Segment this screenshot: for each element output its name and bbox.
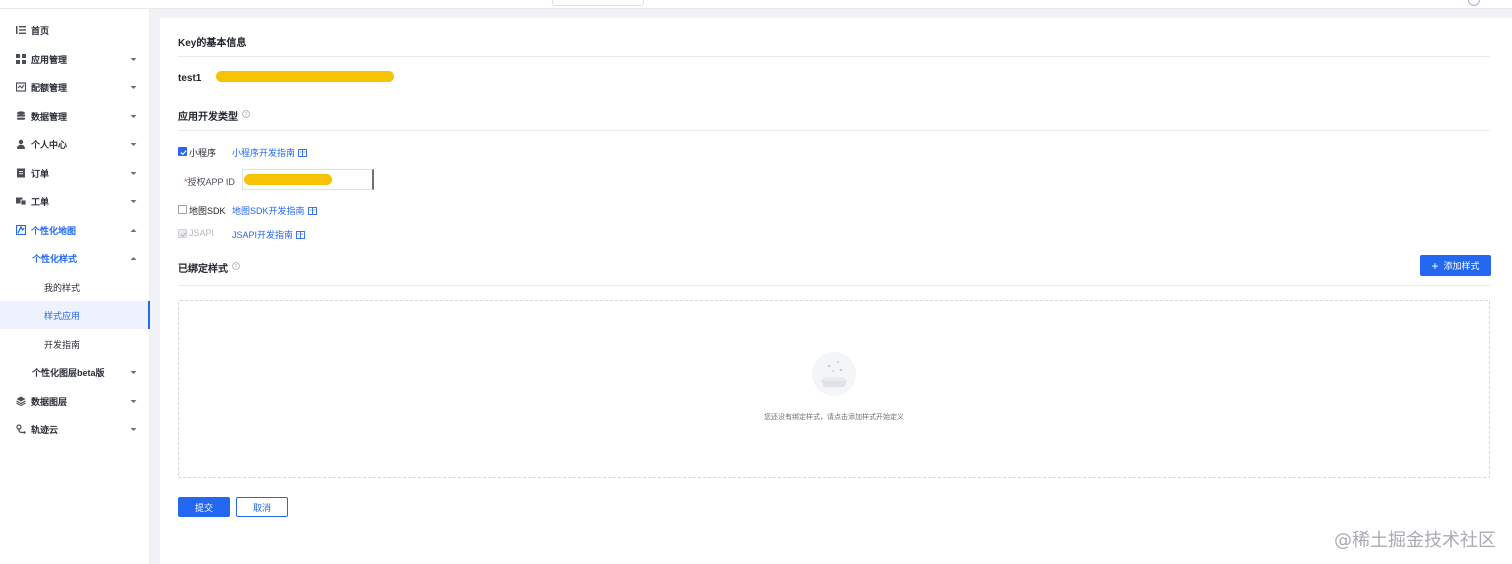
sidebar: 首页 应用管理 配额管理 数据管理 个人中心 订单 工单 个性化地图 个性化样式… (0, 9, 150, 564)
database-icon (16, 111, 26, 121)
watermark: @稀土掘金技术社区 (1334, 530, 1496, 551)
sidebar-item-label: 个性化地图 (31, 225, 77, 236)
miniprogram-guide-text: 小程序开发指南 (232, 148, 296, 158)
sidebar-item-label: 数据图层 (31, 396, 68, 407)
main-content: Key的基本信息 test1 应用开发类型 ? 小程序 小程序开发指南 *授权A… (160, 18, 1512, 564)
sidebar-item-custom-layer-beta[interactable]: 个性化图层beta版 (0, 358, 150, 386)
chevron-down-icon (130, 370, 137, 374)
sidebar-item-style-application[interactable]: 样式应用 (0, 301, 150, 329)
sidebar-item-orders[interactable]: 订单 (0, 159, 150, 187)
sidebar-item-label: 工单 (31, 196, 50, 207)
miniprogram-guide-link[interactable]: 小程序开发指南 (232, 146, 307, 159)
mapsdk-guide-text: 地图SDK开发指南 (232, 206, 305, 216)
list-icon (16, 25, 26, 35)
chevron-down-icon (130, 427, 137, 431)
sidebar-item-tickets[interactable]: 工单 (0, 187, 150, 215)
redacted-appid-value (244, 174, 332, 185)
sidebar-item-label: 样式应用 (44, 310, 81, 321)
submit-button[interactable]: 提交 (178, 497, 230, 517)
layers-icon (16, 396, 26, 406)
chevron-up-icon (130, 256, 137, 260)
help-icon[interactable]: ? (242, 110, 250, 118)
grid-icon (16, 54, 26, 64)
appid-label: *授权APP ID (184, 175, 235, 188)
chevron-down-icon (130, 171, 137, 175)
add-style-button[interactable]: + 添加样式 (1420, 255, 1491, 276)
chevron-down-icon (130, 114, 137, 118)
sidebar-item-label: 数据管理 (31, 111, 68, 122)
empty-state-icon (812, 352, 856, 396)
divider (178, 285, 1490, 286)
appid-label-text: 授权APP ID (187, 177, 235, 187)
help-icon[interactable]: ? (232, 262, 240, 270)
ticket-icon (16, 196, 26, 206)
basic-info-title: Key的基本信息 (178, 38, 247, 49)
svg-text:?: ? (235, 264, 238, 270)
mapsdk-label: 地图SDK (189, 206, 226, 216)
top-search-input[interactable] (552, 0, 644, 6)
chevron-down-icon (130, 142, 137, 146)
sidebar-item-track-cloud[interactable]: 轨迹云 (0, 415, 150, 443)
chevron-down-icon (130, 399, 137, 403)
top-user-avatar[interactable] (1468, 0, 1480, 6)
book-icon (296, 231, 305, 239)
mapsdk-guide-link[interactable]: 地图SDK开发指南 (232, 204, 317, 217)
miniprogram-checkbox[interactable] (178, 147, 187, 156)
add-style-label: 添加样式 (1443, 261, 1480, 271)
order-icon (16, 168, 26, 178)
sidebar-item-label: 配额管理 (31, 82, 68, 93)
divider (178, 130, 1490, 131)
bound-styles-title: 已绑定样式 (178, 264, 228, 275)
sidebar-item-label: 首页 (31, 25, 50, 36)
sidebar-item-quota[interactable]: 配额管理 (0, 73, 150, 101)
redacted-key-value (216, 71, 394, 82)
sidebar-item-label: 我的样式 (44, 282, 81, 293)
jsapi-guide-text: JSAPI开发指南 (232, 230, 294, 240)
sidebar-item-my-styles[interactable]: 我的样式 (0, 273, 150, 301)
sidebar-item-label: 订单 (31, 168, 50, 179)
sidebar-item-label: 开发指南 (44, 339, 81, 350)
sidebar-item-data-layers[interactable]: 数据图层 (0, 387, 150, 415)
sidebar-item-label: 个人中心 (31, 139, 68, 150)
sidebar-item-home[interactable]: 首页 (0, 16, 150, 44)
sidebar-item-app-management[interactable]: 应用管理 (0, 45, 150, 73)
top-bar (0, 0, 1512, 9)
sidebar-item-dev-guide[interactable]: 开发指南 (0, 330, 150, 358)
chevron-up-icon (130, 228, 137, 232)
jsapi-guide-link[interactable]: JSAPI开发指南 (232, 228, 305, 241)
sidebar-item-data-management[interactable]: 数据管理 (0, 102, 150, 130)
book-icon (298, 149, 307, 157)
sidebar-item-personal-center[interactable]: 个人中心 (0, 130, 150, 158)
user-icon (16, 139, 26, 149)
chevron-down-icon (130, 85, 137, 89)
sidebar-item-label: 个性化图层beta版 (32, 367, 105, 378)
quota-icon (16, 82, 26, 92)
jsapi-checkbox[interactable] (178, 229, 187, 238)
empty-state-text: 您还没有绑定样式，请点击添加样式开始定义 (764, 414, 904, 421)
plus-icon: + (1431, 258, 1439, 273)
miniprogram-label: 小程序 (189, 148, 217, 158)
sidebar-item-label: 应用管理 (31, 54, 68, 65)
book-icon (307, 207, 317, 215)
dev-type-title: 应用开发类型 (178, 112, 238, 123)
mapsdk-checkbox[interactable] (178, 205, 187, 214)
map-style-icon (16, 225, 26, 235)
divider (178, 56, 1490, 57)
bound-styles-empty-area: 您还没有绑定样式，请点击添加样式开始定义 (178, 300, 1490, 478)
cancel-button[interactable]: 取消 (236, 497, 288, 517)
sidebar-item-custom-map[interactable]: 个性化地图 (0, 216, 150, 244)
jsapi-label: JSAPI (189, 228, 215, 238)
sidebar-item-label: 轨迹云 (31, 424, 59, 435)
track-icon (16, 424, 26, 434)
sidebar-item-label: 个性化样式 (32, 253, 78, 264)
svg-text:?: ? (245, 112, 248, 118)
sidebar-item-custom-style[interactable]: 个性化样式 (0, 244, 150, 272)
chevron-down-icon (130, 57, 137, 61)
chevron-down-icon (130, 199, 137, 203)
key-name: test1 (178, 73, 202, 84)
